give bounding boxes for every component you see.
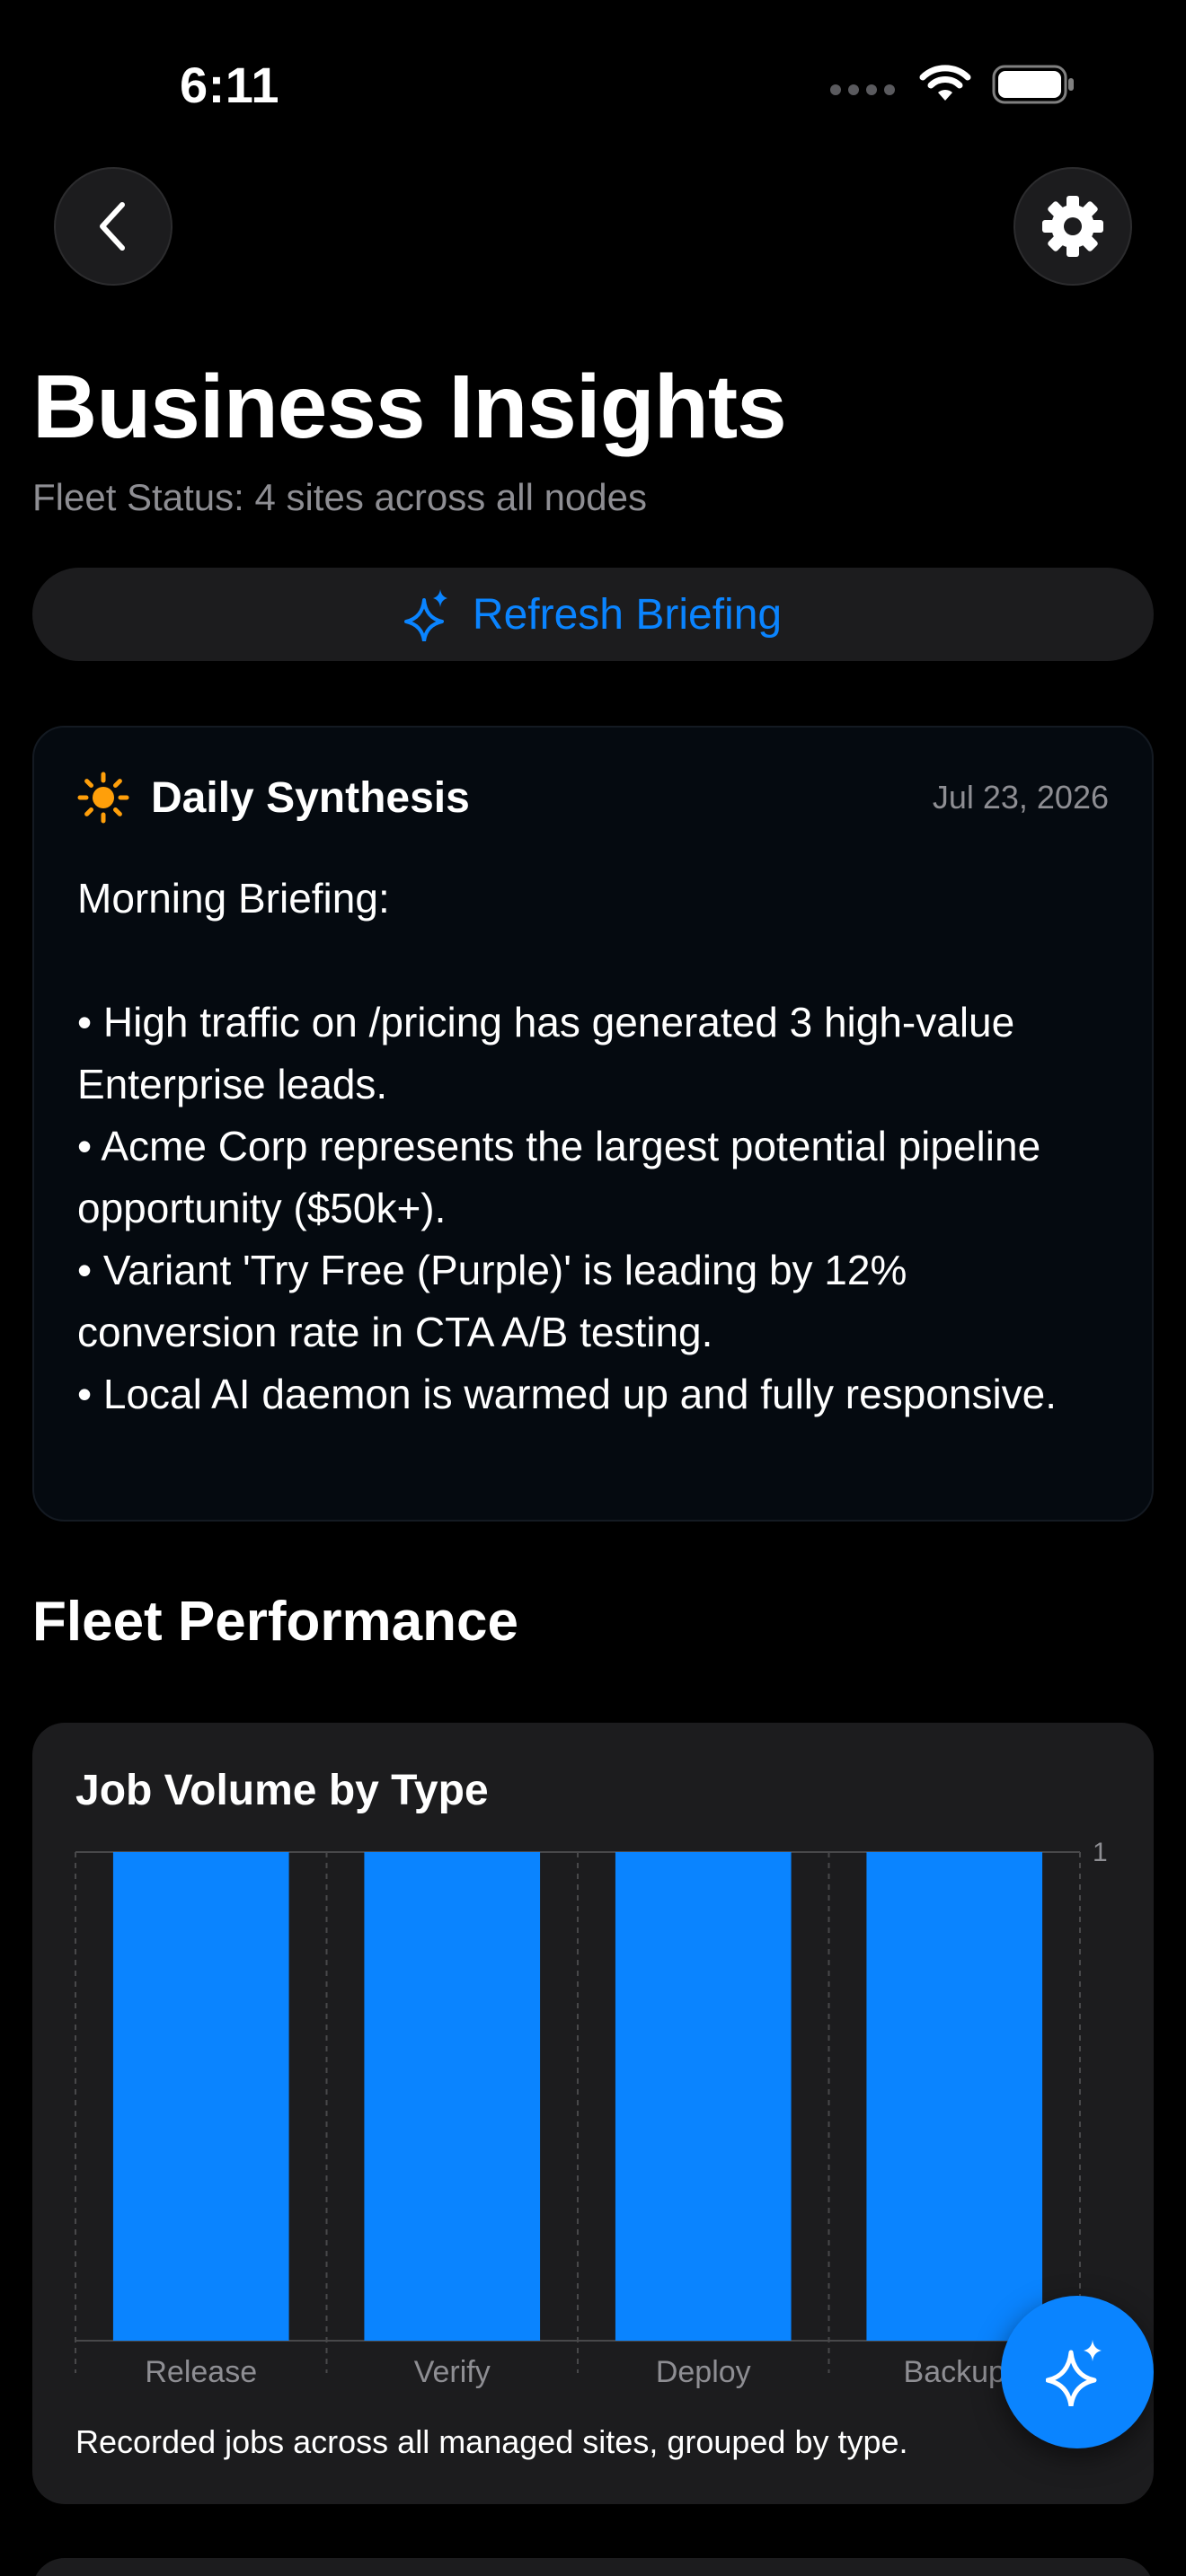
chart-caption: Recorded jobs across all managed sites, … [75,2423,908,2460]
back-button[interactable] [54,167,173,286]
job-volume-chart-card: Job Volume by Type Release Verify Deploy Ba… [32,1723,1154,2504]
sun-icon [77,772,129,824]
page-subtitle: Fleet Status: 4 sites across all nodes [32,476,647,518]
ai-assistant-fab[interactable] [1001,2296,1154,2448]
bar-release [112,1852,289,2341]
chevron-left-icon [100,202,125,251]
refresh-briefing-button[interactable]: Refresh Briefing [32,568,1154,661]
x-tick-label: Release [145,2355,257,2389]
x-tick-label: Verify [414,2355,491,2389]
synthesis-header: Daily Synthesis Jul 23, 2026 [77,771,1109,825]
fleet-performance-title: Fleet Performance [32,1591,518,1653]
bar-backup [866,1852,1043,2341]
wifi-icon [919,65,971,101]
daily-synthesis-card: Daily Synthesis Jul 23, 2026 Morning Bri… [32,726,1154,1522]
bar-verify [364,1852,541,2341]
y-tick-label: 1 [1093,1838,1108,1867]
sparkle-icon [1046,2340,1102,2406]
screen: 6:11 Business Insights Fleet Status: 4 s… [0,0,1186,2576]
next-card [32,2558,1154,2576]
sparkle-icon [403,589,447,641]
job-volume-chart: Release Verify Deploy Backup 1 [75,1838,1108,2389]
synthesis-date: Jul 23, 2026 [932,779,1109,816]
gear-icon [1042,196,1103,257]
cellular-signal-icon [830,84,895,95]
x-tick-label: Backup [904,2355,1005,2389]
battery-icon [992,65,1074,104]
x-tick-label: Deploy [656,2355,751,2389]
status-icons [830,65,1076,104]
status-time: 6:11 [180,57,279,113]
synthesis-title: Daily Synthesis [151,773,470,822]
page-title: Business Insights [32,357,787,457]
settings-button[interactable] [1013,167,1132,286]
refresh-briefing-label: Refresh Briefing [472,590,783,639]
synthesis-body: Morning Briefing: • High traffic on /pri… [77,875,1058,1417]
bar-deploy [615,1852,792,2341]
